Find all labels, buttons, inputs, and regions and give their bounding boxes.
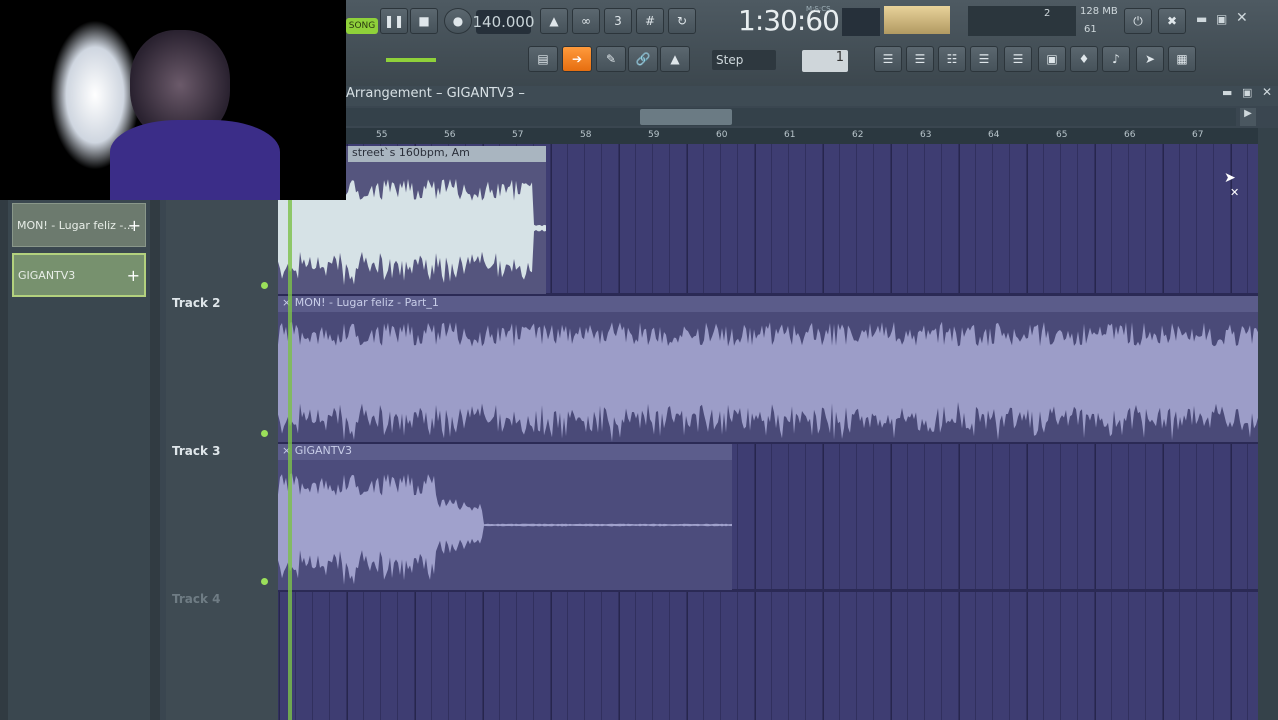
track-3-mute-led[interactable] (261, 578, 268, 585)
pattern-selector[interactable]: 1 (802, 50, 848, 72)
power-icon[interactable]: ⏻ (1124, 8, 1152, 34)
output-meter (884, 6, 950, 34)
scroll-right-icon[interactable]: ▶ (1240, 108, 1256, 126)
bar-number: 60 (716, 130, 728, 140)
waveform (278, 473, 732, 585)
track-1-mute-led[interactable] (261, 282, 268, 289)
bar-number: 63 (920, 130, 932, 140)
playlist-minimize-icon[interactable]: ▬ (1222, 86, 1232, 99)
picker-item-lugar-feliz[interactable]: MON! - Lugar feliz -... + (12, 203, 146, 247)
track-3-name[interactable]: Track 3 (172, 444, 221, 458)
audio-clip-lugar-feliz[interactable]: × MON! - Lugar feliz - Part_1 (278, 296, 1258, 442)
clip-title: × GIGANTV3 (278, 444, 732, 460)
arrow-right-icon[interactable]: ➔ (562, 46, 592, 72)
tempo-display[interactable]: 140.000 (472, 10, 535, 34)
bar-number: 66 (1124, 130, 1136, 140)
bar-number: 61 (784, 130, 796, 140)
add-icon[interactable]: + (128, 216, 141, 235)
pause-icon[interactable]: ❚❚ (380, 8, 408, 34)
delete-cursor-icon: ✕ (1230, 186, 1240, 199)
track-2-name[interactable]: Track 2 (172, 296, 221, 310)
clip-title: street`s 160bpm, Am (348, 146, 546, 162)
clip-title: × MON! - Lugar feliz - Part_1 (278, 296, 1258, 312)
hint-panel (968, 6, 1076, 36)
song-mode-button[interactable]: SONG (346, 18, 378, 34)
picker-item-gigantv3[interactable]: GIGANTV3 + (12, 253, 146, 297)
bar-number: 67 (1192, 130, 1204, 140)
help-icon[interactable]: ➤ (1136, 46, 1164, 72)
bar-number: 59 (648, 130, 660, 140)
memory-usage: 128 MB (1080, 6, 1118, 17)
picker-item-label: GIGANTV3 (18, 268, 76, 282)
close-icon[interactable]: ✕ (1236, 10, 1248, 26)
waveform (278, 321, 1258, 442)
step-record-icon[interactable]: # (636, 8, 664, 34)
person-shirt (110, 120, 280, 200)
cpu-graph (842, 8, 880, 36)
main-volume-slider[interactable] (386, 58, 436, 62)
channel-rack-icon[interactable]: ☷ (938, 46, 966, 72)
bar-number: 65 (1056, 130, 1068, 140)
vertical-scrollbar[interactable] (1258, 128, 1278, 720)
mixer-icon[interactable]: ☰ (970, 46, 998, 72)
playlist-title: Arrangement – GIGANTV3 – (346, 86, 525, 101)
stop-icon[interactable]: ■ (410, 8, 438, 34)
bar-number: 57 (512, 130, 524, 140)
minimize-icon[interactable]: ▬ (1196, 12, 1207, 26)
bar-number: 62 (852, 130, 864, 140)
playlist-close-icon[interactable]: ✕ (1262, 85, 1272, 99)
piano-roll-view-icon[interactable]: ☰ (906, 46, 934, 72)
browser-icon[interactable]: ▣ (1038, 46, 1066, 72)
bar-number: 64 (988, 130, 1000, 140)
loop-record-icon[interactable]: ↻ (668, 8, 696, 34)
time-units-label: M:S:CS (806, 5, 831, 13)
picker-item-label: MON! - Lugar feliz -... (17, 218, 134, 232)
bar-number: 56 (444, 130, 456, 140)
timeline-ruler[interactable] (346, 128, 1258, 144)
stamp-icon[interactable]: ▲ (660, 46, 690, 72)
playlist-overview[interactable] (346, 108, 1236, 126)
playhead[interactable] (288, 144, 292, 720)
metronome-icon[interactable]: ▲ (540, 8, 568, 34)
wait-icon[interactable]: ∞ (572, 8, 600, 34)
cpu-usage: 61 (1084, 24, 1097, 35)
playlist-maximize-icon[interactable]: ▣ (1242, 86, 1252, 99)
piano-roll-icon[interactable]: ▤ (528, 46, 558, 72)
bar-number: 58 (580, 130, 592, 140)
playlist-icon[interactable]: ☰ (874, 46, 902, 72)
maximize-icon[interactable]: ▣ (1216, 12, 1227, 26)
voices-count: 2 (1044, 8, 1051, 19)
overview-scroll-thumb[interactable] (640, 109, 732, 125)
record-icon[interactable]: ● (444, 8, 472, 34)
track-4-name[interactable]: Track 4 (172, 592, 221, 606)
mouse-cursor-icon: ➤ (1224, 170, 1236, 186)
brush-icon[interactable]: ✎ (596, 46, 626, 72)
tempo-tap-icon[interactable]: ♪ (1102, 46, 1130, 72)
link-icon[interactable]: 🔗 (628, 46, 658, 72)
add-icon[interactable]: + (127, 266, 140, 285)
plugin-picker-icon[interactable]: ☰ (1004, 46, 1032, 72)
snap-select[interactable]: Step (712, 50, 776, 70)
plugin-db-icon[interactable]: ♦ (1070, 46, 1098, 72)
tools-icon[interactable]: ✖ (1158, 8, 1186, 34)
webcam-overlay (0, 0, 346, 200)
track-2-mute-led[interactable] (261, 430, 268, 437)
countdown-icon[interactable]: 3 (604, 8, 632, 34)
bar-number: 55 (376, 130, 388, 140)
shop-icon[interactable]: ▦ (1168, 46, 1196, 72)
audio-clip-gigantv3[interactable]: × GIGANTV3 (278, 444, 732, 590)
